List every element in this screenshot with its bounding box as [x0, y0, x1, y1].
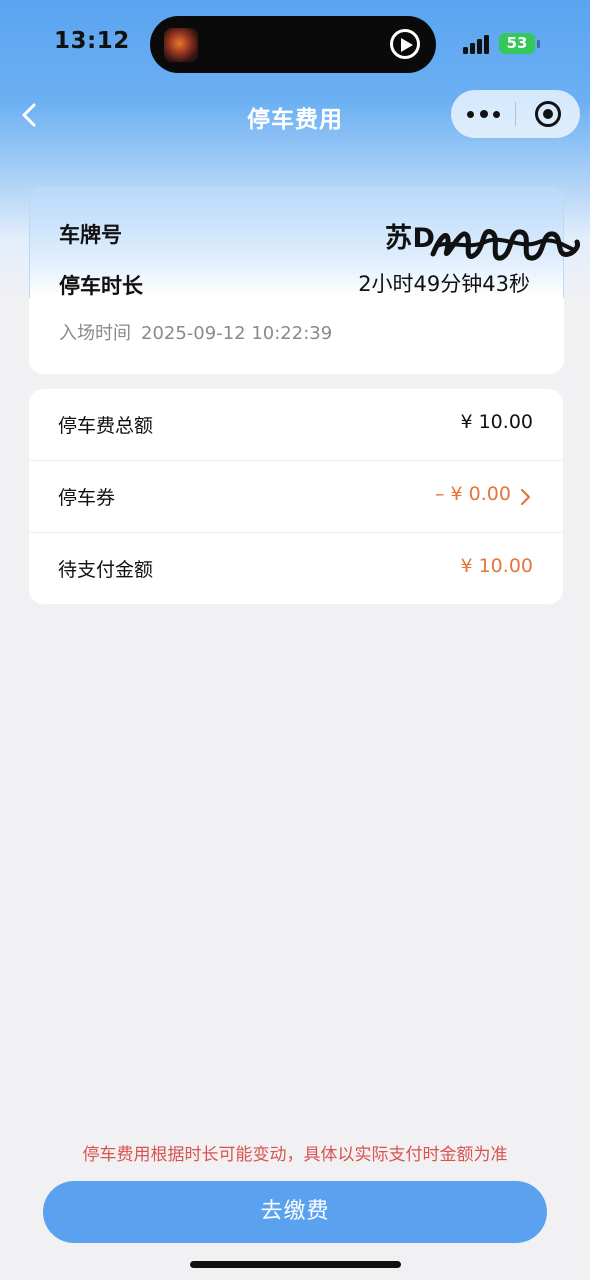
- miniprogram-capsule: [451, 90, 580, 138]
- battery-icon: 53: [499, 33, 535, 54]
- home-indicator[interactable]: [190, 1261, 401, 1268]
- vehicle-info-card: 车牌号 苏D 停车时长 2小时49分钟43秒 入场时间 2025-09-12 10…: [29, 186, 580, 374]
- duration-label: 停车时长: [59, 274, 143, 298]
- entry-time-row: 入场时间 2025-09-12 10:22:39: [59, 319, 342, 345]
- fee-row-coupon[interactable]: 停车券 – ¥ 0.00: [29, 460, 563, 531]
- chevron-right-icon: [520, 488, 531, 506]
- duration-value: 2小时49分钟43秒: [358, 272, 530, 296]
- play-icon[interactable]: [390, 29, 420, 59]
- close-miniprogram-icon[interactable]: [516, 90, 580, 138]
- more-icon[interactable]: [451, 90, 515, 138]
- status-time: 13:12: [54, 28, 130, 54]
- coupon-label: 停车券: [58, 487, 116, 509]
- plate-label: 车牌号: [59, 223, 122, 247]
- status-bar: 13:12 53: [0, 0, 590, 90]
- fee-row-total: 停车费总额 ¥ 10.00: [29, 389, 563, 460]
- battery-cap: [537, 40, 540, 48]
- dynamic-island[interactable]: [150, 16, 436, 73]
- pay-button[interactable]: 去缴费: [43, 1181, 547, 1243]
- total-fee-label: 停车费总额: [58, 415, 154, 437]
- navigation-bar: 停车费用: [0, 88, 590, 142]
- fee-change-notice: 停车费用根据时长可能变动，具体以实际支付时金额为准: [82, 1145, 508, 1165]
- coupon-value: – ¥ 0.00: [435, 483, 511, 505]
- cellular-signal-icon: [463, 34, 493, 54]
- fee-summary-card: 停车费总额 ¥ 10.00 停车券 – ¥ 0.00 待支付金额 ¥ 10.00: [29, 389, 563, 604]
- plate-number: 苏D: [385, 223, 436, 254]
- fee-row-due: 待支付金额 ¥ 10.00: [29, 532, 563, 603]
- total-fee-value: ¥ 10.00: [460, 411, 533, 433]
- entry-time-value: 2025-09-12 10:22:39: [141, 323, 333, 344]
- now-playing-artwork-icon: [164, 28, 198, 62]
- entry-time-label: 入场时间: [59, 323, 131, 344]
- amount-due-value: ¥ 10.00: [460, 555, 533, 577]
- amount-due-label: 待支付金额: [58, 559, 154, 581]
- battery-level: 53: [506, 34, 528, 52]
- redaction-scribble: [430, 229, 580, 261]
